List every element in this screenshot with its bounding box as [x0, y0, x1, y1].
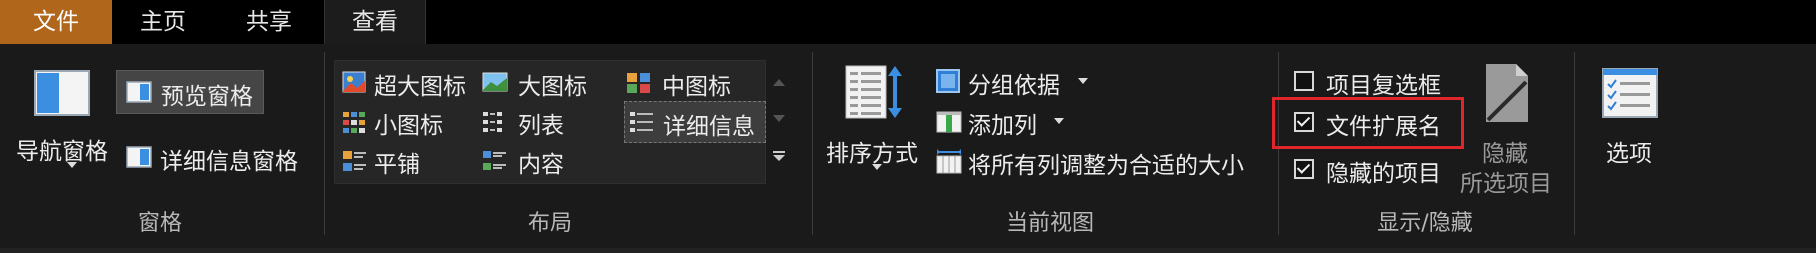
- small-icons-icon: [343, 112, 365, 133]
- group-separator: [1574, 52, 1575, 235]
- large-icons-label: 大图标: [518, 74, 587, 100]
- preview-pane-icon: [126, 81, 152, 103]
- tiles-icon: [343, 151, 366, 171]
- add-columns-button[interactable]: 添加列: [934, 103, 1074, 139]
- ribbon-bottom-border: [0, 248, 1816, 253]
- details-pane-button[interactable]: 详细信息窗格: [118, 138, 310, 176]
- details-icon: [630, 112, 653, 132]
- tiles-label: 平铺: [374, 152, 420, 178]
- hide-selected-line2: 所选项目: [1460, 171, 1552, 197]
- content-icon: [483, 151, 506, 170]
- navigation-pane-icon: [34, 70, 90, 116]
- tab-share[interactable]: 共享: [214, 0, 324, 44]
- list-icon: [483, 112, 502, 132]
- extra-large-icons-icon: [342, 71, 366, 93]
- hide-selected-items-button[interactable]: 隐藏 所选项目: [1420, 60, 1570, 200]
- layout-large-icons[interactable]: 大图标: [480, 64, 610, 100]
- chevron-down-icon: [872, 164, 882, 170]
- group-by-icon: [936, 69, 960, 93]
- sort-by-label: 排序方式: [826, 141, 918, 167]
- add-columns-label: 添加列: [968, 113, 1037, 139]
- medium-icons-icon: [627, 73, 650, 93]
- hidden-items-checkbox[interactable]: [1294, 159, 1314, 179]
- group-separator: [812, 52, 813, 235]
- layout-details[interactable]: 详细信息: [624, 101, 766, 143]
- preview-pane-button[interactable]: 预览窗格: [116, 70, 264, 114]
- add-columns-icon: [936, 111, 962, 133]
- extra-large-icons-label: 超大图标: [374, 74, 466, 100]
- chevron-down-icon: [1078, 78, 1088, 84]
- navigation-pane-label: 导航窗格: [16, 139, 108, 165]
- tab-home[interactable]: 主页: [112, 0, 214, 44]
- chevron-down-icon: [1054, 118, 1064, 124]
- gallery-scroll: [765, 60, 795, 182]
- details-label: 详细信息: [663, 114, 755, 140]
- options-button[interactable]: 选项: [1588, 62, 1672, 182]
- hide-selected-items-icon: [1486, 64, 1528, 122]
- group-label-layout: 布局: [527, 211, 572, 236]
- group-by-button[interactable]: 分组依据: [934, 63, 1094, 99]
- layout-extra-large-icons[interactable]: 超大图标: [340, 64, 476, 100]
- group-label-show-hide: 显示/隐藏: [1377, 211, 1473, 236]
- size-all-columns-button[interactable]: 将所有列调整为合适的大小: [934, 142, 1264, 180]
- options-icon: [1602, 68, 1658, 118]
- gallery-scroll-down-icon[interactable]: [773, 115, 785, 123]
- layout-small-icons[interactable]: 小图标: [340, 103, 476, 139]
- details-pane-icon: [126, 146, 152, 168]
- content-label: 内容: [518, 152, 564, 178]
- large-icons-icon: [482, 72, 508, 92]
- hide-selected-line1: 隐藏: [1482, 141, 1528, 167]
- gallery-more-icon[interactable]: [773, 150, 785, 162]
- list-label: 列表: [518, 113, 564, 139]
- tab-view[interactable]: 查看: [324, 0, 426, 44]
- group-separator: [324, 52, 325, 235]
- preview-pane-label: 预览窗格: [161, 84, 253, 110]
- sort-by-button[interactable]: 排序方式: [822, 62, 926, 182]
- item-checkboxes-checkbox[interactable]: [1294, 71, 1314, 91]
- size-all-columns-icon: [936, 149, 962, 174]
- group-by-label: 分组依据: [968, 73, 1060, 99]
- group-label-current-view: 当前视图: [1005, 211, 1094, 236]
- tab-file[interactable]: 文件: [0, 0, 112, 44]
- details-pane-label: 详细信息窗格: [160, 149, 298, 175]
- size-all-columns-label: 将所有列调整为合适的大小: [968, 153, 1244, 179]
- gallery-scroll-up-icon[interactable]: [773, 78, 785, 86]
- options-label: 选项: [1606, 141, 1652, 167]
- medium-icons-label: 中图标: [662, 74, 731, 100]
- small-icons-label: 小图标: [374, 113, 443, 139]
- layout-medium-icons[interactable]: 中图标: [624, 64, 754, 100]
- layout-content[interactable]: 内容: [480, 142, 610, 178]
- layout-tiles[interactable]: 平铺: [340, 142, 476, 178]
- ribbon-tab-bar: 文件 主页 共享 查看: [0, 0, 1816, 44]
- chevron-down-icon: [67, 162, 77, 168]
- layout-list[interactable]: 列表: [480, 103, 610, 139]
- navigation-pane-button[interactable]: 导航窗格: [10, 62, 114, 182]
- sort-by-icon: [845, 65, 902, 119]
- group-label-panes: 窗格: [137, 211, 182, 236]
